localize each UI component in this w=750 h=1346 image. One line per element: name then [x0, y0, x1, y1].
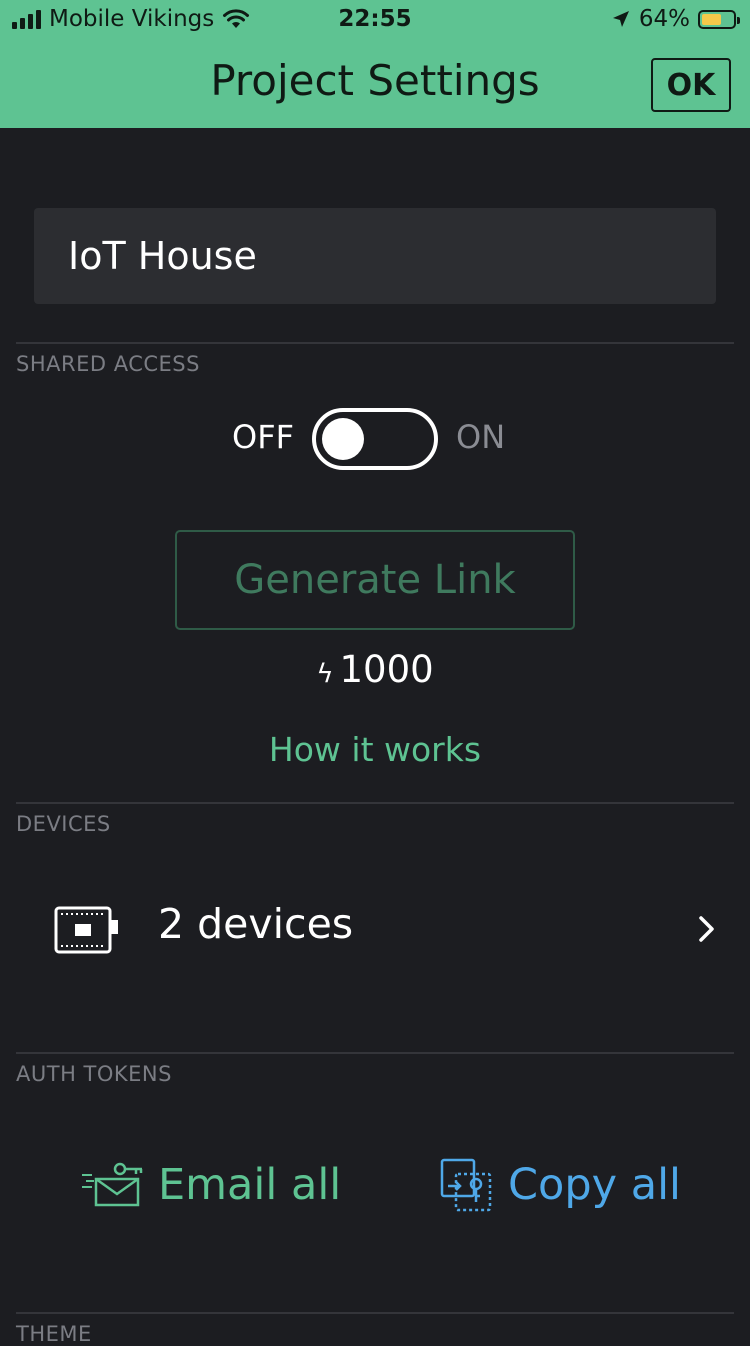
copy-all-label: Copy all [508, 1160, 681, 1210]
devices-row[interactable]: 2 devices [0, 870, 750, 990]
device-board-icon [54, 906, 118, 954]
divider [16, 1312, 734, 1314]
energy-value: 1000 [339, 648, 434, 691]
section-label-auth-tokens: AUTH TOKENS [16, 1062, 172, 1086]
devices-count-label: 2 devices [158, 900, 354, 948]
divider [16, 1052, 734, 1054]
generate-link-button[interactable]: Generate Link [175, 530, 575, 630]
email-all-button[interactable]: Email all [80, 1150, 341, 1220]
copy-key-icon [440, 1158, 492, 1212]
location-icon [612, 11, 629, 27]
toggle-on-label: ON [456, 418, 506, 456]
bolt-icon: ϟ [316, 659, 334, 689]
divider [16, 802, 734, 804]
battery-icon [698, 9, 740, 29]
ok-button[interactable]: OK [651, 58, 731, 112]
status-bar: Mobile Vikings 22:55 64% [0, 0, 750, 42]
chevron-right-icon [699, 916, 714, 942]
copy-all-button[interactable]: Copy all [440, 1150, 681, 1220]
battery-percent: 64% [638, 6, 690, 32]
status-right: 64% [611, 6, 740, 32]
battery-fill [702, 13, 722, 25]
section-label-shared-access: SHARED ACCESS [16, 352, 200, 376]
section-label-theme: THEME [16, 1322, 92, 1346]
email-all-label: Email all [158, 1160, 342, 1210]
page-title: Project Settings [210, 56, 540, 105]
how-it-works-link[interactable]: How it works [0, 730, 750, 769]
toggle-knob [322, 418, 364, 460]
shared-access-toggle[interactable] [312, 408, 438, 470]
section-label-devices: DEVICES [16, 812, 111, 836]
app-header: Mobile Vikings 22:55 64% Project Setting… [0, 0, 750, 128]
email-key-icon [82, 1162, 143, 1207]
shared-access-toggle-row: OFF ON [0, 406, 750, 470]
project-name-input[interactable]: IoT House [34, 208, 716, 304]
toggle-off-label: OFF [232, 418, 294, 456]
divider [16, 342, 734, 344]
energy-cost: ϟ 1000 [0, 648, 750, 691]
